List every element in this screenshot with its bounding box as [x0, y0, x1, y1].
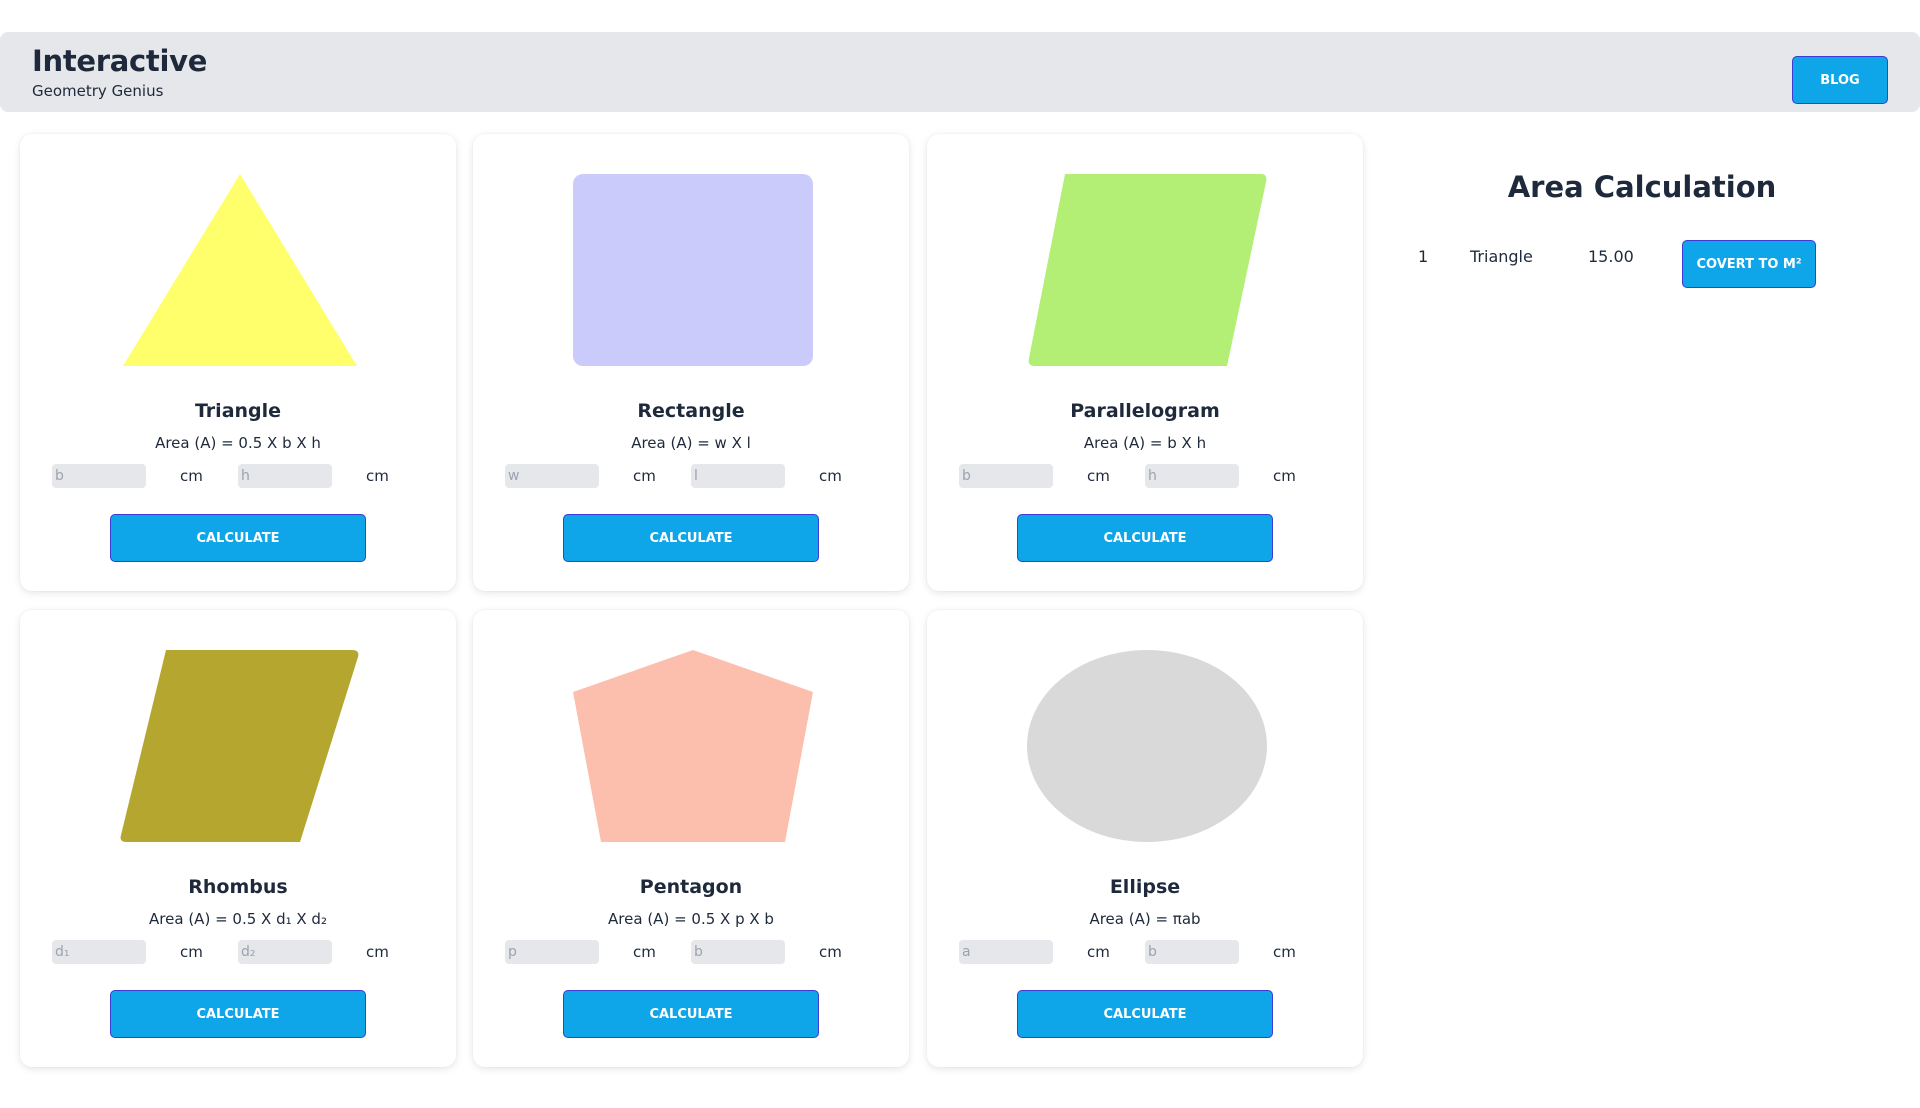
calculate-button[interactable]: CALCULATE	[563, 990, 819, 1038]
unit-label: cm	[819, 943, 842, 961]
diagonal1-input[interactable]	[52, 940, 146, 964]
unit-label: cm	[366, 467, 389, 485]
base-input[interactable]	[691, 940, 785, 964]
card-pentagon: Pentagon Area (A) = 0.5 X p X b cm cm CA…	[473, 610, 909, 1067]
card-title: Ellipse	[1109, 876, 1181, 898]
brand-subtitle: Geometry Genius	[32, 82, 164, 100]
length-input[interactable]	[691, 464, 785, 488]
card-parallelogram: Parallelogram Area (A) = b X h cm cm CAL…	[927, 134, 1363, 591]
rectangle-icon	[573, 174, 813, 366]
result-index: 1	[1418, 247, 1429, 266]
triangle-icon	[120, 174, 360, 366]
calculate-button[interactable]: CALCULATE	[110, 514, 366, 562]
perimeter-input[interactable]	[505, 940, 599, 964]
pentagon-icon	[573, 650, 813, 842]
unit-label: cm	[1273, 943, 1296, 961]
unit-label: cm	[180, 467, 203, 485]
unit-label: cm	[633, 943, 656, 961]
calculate-button[interactable]: CALCULATE	[1017, 514, 1273, 562]
semi-axis-a-input[interactable]	[959, 940, 1053, 964]
unit-label: cm	[633, 467, 656, 485]
card-title: Triangle	[194, 400, 282, 422]
card-triangle: Triangle Area (A) = 0.5 X b X h cm cm CA…	[20, 134, 456, 591]
card-formula: Area (A) = πab	[1089, 910, 1201, 928]
results-title: Area Calculation	[1507, 170, 1777, 204]
height-input[interactable]	[1145, 464, 1239, 488]
unit-label: cm	[1273, 467, 1296, 485]
result-shape: Triangle	[1470, 247, 1533, 266]
result-value: 15.00	[1588, 247, 1634, 266]
blog-button[interactable]: BLOG	[1792, 56, 1888, 104]
card-title: Pentagon	[639, 876, 743, 898]
base-input[interactable]	[52, 464, 146, 488]
semi-axis-b-input[interactable]	[1145, 940, 1239, 964]
base-input[interactable]	[959, 464, 1053, 488]
card-title: Parallelogram	[1070, 400, 1220, 422]
card-title: Rectangle	[637, 400, 745, 422]
card-formula: Area (A) = 0.5 X d₁ X d₂	[149, 910, 327, 928]
card-ellipse: Ellipse Area (A) = πab cm cm CALCULATE	[927, 610, 1363, 1067]
unit-label: cm	[1087, 467, 1110, 485]
rhombus-icon	[120, 650, 360, 842]
calculate-button[interactable]: CALCULATE	[110, 990, 366, 1038]
card-formula: Area (A) = 0.5 X b X h	[155, 434, 321, 452]
card-rectangle: Rectangle Area (A) = w X l cm cm CALCULA…	[473, 134, 909, 591]
height-input[interactable]	[238, 464, 332, 488]
width-input[interactable]	[505, 464, 599, 488]
convert-to-m2-button[interactable]: COVERT TO M²	[1682, 240, 1816, 288]
card-formula: Area (A) = b X h	[1083, 434, 1207, 452]
unit-label: cm	[366, 943, 389, 961]
diagonal2-input[interactable]	[238, 940, 332, 964]
calculate-button[interactable]: CALCULATE	[1017, 990, 1273, 1038]
unit-label: cm	[819, 467, 842, 485]
calculate-button[interactable]: CALCULATE	[563, 514, 819, 562]
parallelogram-icon	[1027, 174, 1267, 366]
unit-label: cm	[1087, 943, 1110, 961]
unit-label: cm	[180, 943, 203, 961]
card-formula: Area (A) = 0.5 X p X b	[608, 910, 774, 928]
ellipse-icon	[1027, 650, 1267, 842]
card-title: Rhombus	[188, 876, 288, 898]
app-header: Interactive Geometry Genius BLOG	[0, 32, 1920, 112]
card-formula: Area (A) = w X l	[631, 434, 751, 452]
brand-title: Interactive	[32, 44, 208, 78]
card-rhombus: Rhombus Area (A) = 0.5 X d₁ X d₂ cm cm C…	[20, 610, 456, 1067]
